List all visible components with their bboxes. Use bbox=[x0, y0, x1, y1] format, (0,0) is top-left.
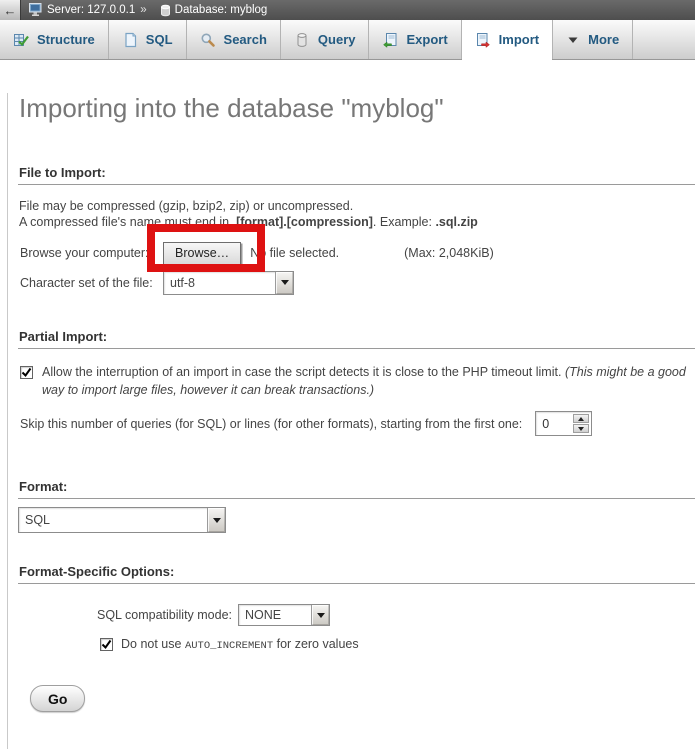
autoinc-suffix: for zero values bbox=[273, 637, 358, 651]
page-title: Importing into the database "myblog" bbox=[19, 93, 695, 124]
dropdown-arrow-icon[interactable] bbox=[275, 272, 293, 294]
charset-label: Character set of the file: bbox=[20, 276, 163, 290]
skip-queries-value: 0 bbox=[536, 412, 571, 435]
note-format-compression: .[format].[compression] bbox=[233, 215, 373, 229]
tab-structure[interactable]: Structure bbox=[0, 20, 109, 59]
breadcrumb-separator: » bbox=[140, 4, 146, 16]
export-icon bbox=[382, 32, 398, 48]
allow-interruption-label: Allow the interruption of an import in c… bbox=[42, 364, 692, 399]
tab-label: More bbox=[588, 32, 619, 47]
sql-compatibility-label: SQL compatibility mode: bbox=[97, 608, 232, 622]
note-line2-prefix: A compressed file's name must end in bbox=[19, 215, 233, 229]
auto-increment-row: Do not use AUTO_INCREMENT for zero value… bbox=[100, 637, 695, 652]
section-heading-format-options: Format-Specific Options: bbox=[18, 564, 695, 584]
allow-interruption-text: Allow the interruption of an import in c… bbox=[42, 365, 561, 379]
back-button[interactable]: ← bbox=[0, 0, 21, 20]
compression-note: File may be compressed (gzip, bzip2, zip… bbox=[19, 198, 695, 230]
tab-import[interactable]: Import bbox=[462, 20, 553, 59]
tab-more[interactable]: More bbox=[553, 20, 633, 59]
tab-query[interactable]: Query bbox=[281, 20, 370, 59]
max-size-text: (Max: 2,048KiB) bbox=[404, 246, 494, 260]
charset-row: Character set of the file: utf-8 bbox=[20, 270, 695, 295]
format-selected-value: SQL bbox=[19, 508, 207, 532]
sql-compatibility-row: SQL compatibility mode: NONE bbox=[97, 604, 695, 626]
auto-increment-label: Do not use AUTO_INCREMENT for zero value… bbox=[121, 637, 359, 652]
tab-label: Search bbox=[224, 32, 267, 47]
section-heading-format: Format: bbox=[18, 479, 695, 499]
section-heading-partial-import: Partial Import: bbox=[18, 329, 695, 349]
skip-queries-label: Skip this number of queries (for SQL) or… bbox=[20, 417, 522, 431]
skip-queries-row: Skip this number of queries (for SQL) or… bbox=[20, 411, 695, 436]
server-icon bbox=[29, 3, 43, 17]
spin-down-button[interactable] bbox=[573, 424, 589, 433]
allow-interruption-checkbox[interactable] bbox=[20, 366, 33, 379]
structure-icon bbox=[13, 32, 29, 48]
sql-icon bbox=[122, 32, 138, 48]
note-line1: File may be compressed (gzip, bzip2, zip… bbox=[19, 199, 353, 213]
breadcrumb-server[interactable]: Server: 127.0.0.1 bbox=[47, 4, 135, 16]
auto-increment-checkbox[interactable] bbox=[100, 638, 113, 651]
tab-search[interactable]: Search bbox=[187, 20, 281, 59]
spinner-buttons bbox=[571, 412, 591, 435]
dropdown-arrow-icon[interactable] bbox=[311, 605, 329, 625]
search-icon bbox=[200, 32, 216, 48]
database-icon bbox=[160, 4, 171, 17]
header-bar: ← Server: 127.0.0.1 » Database: myblog bbox=[0, 0, 695, 20]
import-icon bbox=[475, 32, 491, 48]
tab-label: Structure bbox=[37, 32, 95, 47]
autoinc-prefix: Do not use bbox=[121, 637, 185, 651]
skip-queries-input[interactable]: 0 bbox=[535, 411, 592, 436]
tab-bar: Structure SQL Search Query bbox=[0, 20, 695, 60]
format-row: SQL bbox=[18, 507, 695, 533]
main-content: Importing into the database "myblog" Fil… bbox=[7, 93, 695, 749]
browse-label: Browse your computer: bbox=[20, 246, 163, 260]
query-icon bbox=[294, 32, 310, 48]
charset-selected-value: utf-8 bbox=[164, 272, 275, 294]
go-button[interactable]: Go bbox=[30, 685, 85, 712]
no-file-selected-text: No file selected. bbox=[250, 246, 339, 260]
dropdown-arrow-icon[interactable] bbox=[207, 508, 225, 532]
tab-label: SQL bbox=[146, 32, 173, 47]
spin-up-button[interactable] bbox=[573, 414, 589, 423]
breadcrumb-database[interactable]: Database: myblog bbox=[175, 4, 268, 16]
sql-compatibility-value: NONE bbox=[239, 605, 311, 625]
tab-label: Import bbox=[499, 32, 539, 47]
charset-select[interactable]: utf-8 bbox=[163, 271, 294, 295]
format-select[interactable]: SQL bbox=[18, 507, 226, 533]
note-example-ext: .sql.zip bbox=[435, 215, 477, 229]
note-line2-mid: . Example: bbox=[373, 215, 436, 229]
allow-interruption-row: Allow the interruption of an import in c… bbox=[20, 364, 692, 399]
browse-row: Browse your computer: Browse… No file se… bbox=[20, 241, 695, 265]
tab-sql[interactable]: SQL bbox=[109, 20, 187, 59]
section-heading-file-to-import: File to Import: bbox=[18, 165, 695, 185]
sql-compatibility-select[interactable]: NONE bbox=[238, 604, 330, 626]
autoinc-code: AUTO_INCREMENT bbox=[185, 640, 273, 652]
chevron-down-icon bbox=[566, 33, 580, 47]
tab-label: Export bbox=[406, 32, 447, 47]
tab-export[interactable]: Export bbox=[369, 20, 461, 59]
tab-label: Query bbox=[318, 32, 356, 47]
browse-button[interactable]: Browse… bbox=[163, 242, 241, 265]
